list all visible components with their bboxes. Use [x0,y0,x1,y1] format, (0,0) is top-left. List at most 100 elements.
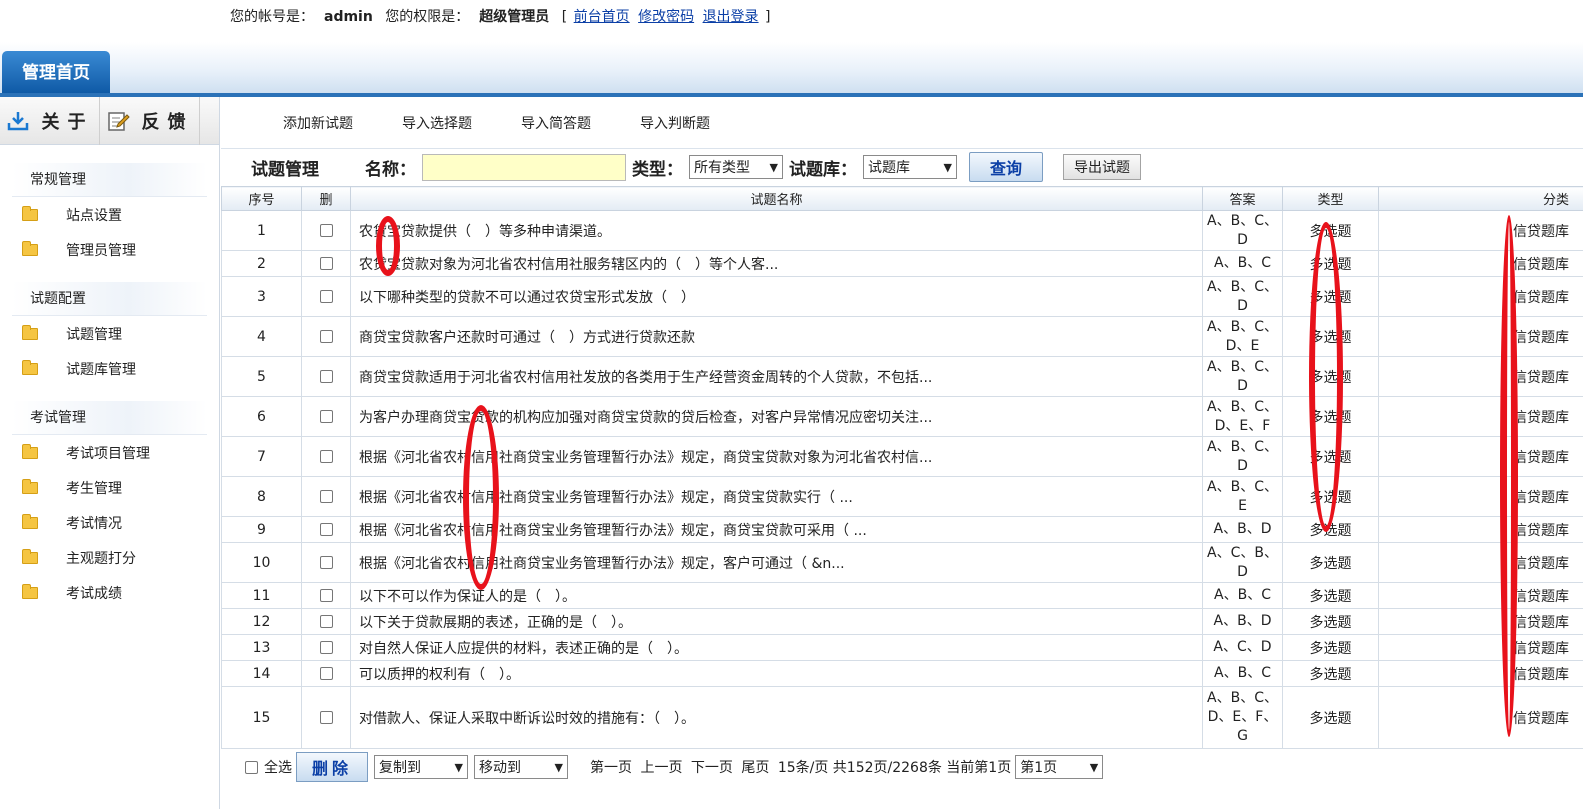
cell-delete [301,634,351,661]
cell-no: 3 [221,276,302,317]
chevron-down-icon: ▼ [554,760,563,774]
last-page-link[interactable]: 尾页 [741,760,769,776]
bank-label: 试题库： [789,159,857,180]
sidebar-item-examinees[interactable]: 考生管理 [0,470,219,505]
group-title-exam-management[interactable]: 考试管理 [12,401,207,435]
sidebar-item-question-management[interactable]: 试题管理 [0,316,219,351]
sidebar-item-subjective-grading[interactable]: 主观题打分 [0,540,219,575]
row-delete-checkbox[interactable] [319,711,333,724]
cell-no: 8 [221,476,302,517]
import-choice-link[interactable]: 导入选择题 [402,113,472,133]
row-delete-checkbox[interactable] [319,615,333,628]
feedback-button[interactable]: 反馈 [100,97,200,145]
cell-answer: A、B、C [1202,582,1283,609]
name-search-input[interactable] [422,153,626,181]
cell-delete [301,660,351,687]
row-delete-checkbox[interactable] [319,589,333,602]
select-all-checkbox[interactable] [245,760,258,774]
permission-value: 超级管理员 [479,9,550,25]
row-delete-checkbox[interactable] [319,224,333,237]
sidebar-item-exam-status[interactable]: 考试情况 [0,505,219,540]
sidebar-item-exam-scores[interactable]: 考试成绩 [0,575,219,610]
col-header-type: 类型 [1282,186,1379,211]
sidebar-item-label: 考试成绩 [66,585,122,602]
folder-icon [22,324,38,340]
change-password-link[interactable]: 修改密码 [638,9,694,25]
sidebar-item-label: 考试项目管理 [66,445,150,462]
sidebar-item-admin-management[interactable]: 管理员管理 [0,232,219,267]
logout-link[interactable]: 退出登录 [703,9,759,25]
move-to-value: 移动到 [479,760,521,776]
sidebar-top-buttons: 关于 反馈 [0,97,219,145]
cell-answer: A、B、C、D [1202,356,1283,397]
frontend-home-link[interactable]: 前台首页 [574,9,630,25]
query-button[interactable]: 查询 [969,152,1043,182]
bracket-open: [ [561,9,568,25]
row-delete-checkbox[interactable] [319,523,333,536]
name-label: 名称： [365,159,416,180]
row-delete-checkbox[interactable] [319,330,333,343]
cell-name: 对自然人保证人应提供的材料，表述正确的是（ ）。 [350,634,1203,661]
cell-delete [301,250,351,277]
row-delete-checkbox[interactable] [319,556,333,569]
sidebar-item-exam-projects[interactable]: 考试项目管理 [0,435,219,470]
about-button[interactable]: 关于 [0,97,100,145]
cell-name: 对借款人、保证人采取中断诉讼时效的措施有：（ ）。 [350,686,1203,749]
row-delete-checkbox[interactable] [319,641,333,654]
copy-to-select[interactable]: 复制到 ▼ [374,755,468,779]
cell-type: 多选题 [1282,396,1379,437]
table-body: 1 农贷宝贷款提供（ ）等多种申请渠道。 A、B、C、D 多选题 信贷题库 2 农贷宝贷款对… [221,210,1583,749]
tab-admin-home[interactable]: 管理首页 [2,51,110,93]
folder-icon [22,359,38,375]
row-delete-checkbox[interactable] [319,490,333,503]
row-delete-checkbox[interactable] [319,410,333,423]
prev-page-link[interactable]: 上一页 [640,760,682,776]
cell-delete [301,356,351,397]
cell-type: 多选题 [1282,316,1379,357]
cell-answer: A、B、C、D、E [1202,316,1283,357]
delete-button[interactable]: 删除 [296,752,368,782]
sidebar-item-site-settings[interactable]: 站点设置 [0,197,219,232]
cell-no: 7 [221,436,302,477]
next-page-link[interactable]: 下一页 [691,760,733,776]
sidebar: 关于 反馈 常规管理 站点设置 管理员管理 试题配置 试题管理 试题库管理 考试… [0,97,220,809]
row-delete-checkbox[interactable] [319,290,333,303]
download-icon [6,109,30,133]
row-delete-checkbox[interactable] [319,370,333,383]
folder-icon [22,583,38,599]
export-button[interactable]: 导出试题 [1063,154,1141,180]
col-header-name: 试题名称 [350,186,1203,211]
cell-name: 以下哪种类型的贷款不可以通过农贷宝形式发放（ ） [350,276,1203,317]
table-row: 15 对借款人、保证人采取中断诉讼时效的措施有：（ ）。 A、B、C、D、E、F、G… [221,686,1583,749]
cell-answer: A、B、D [1202,516,1283,543]
move-to-select[interactable]: 移动到 ▼ [474,755,568,779]
row-delete-checkbox[interactable] [319,667,333,680]
cell-category: 信贷题库 [1378,660,1583,687]
cell-name: 农贷宝贷款对象为河北省农村信用社服务辖区内的（ ）等个人客... [350,250,1203,277]
table-row: 13 对自然人保证人应提供的材料，表述正确的是（ ）。 A、C、D 多选题 信贷题库 [221,634,1583,661]
row-delete-checkbox[interactable] [319,257,333,270]
cell-delete [301,210,351,251]
import-true-false-link[interactable]: 导入判断题 [640,113,710,133]
group-title-question-config[interactable]: 试题配置 [12,282,207,316]
table-row: 12 以下关于贷款展期的表述，正确的是（ ）。 A、B、D 多选题 信贷题库 [221,608,1583,635]
cell-name: 商贷宝贷款适用于河北省农村信用社发放的各类用于生产经营资金周转的个人贷款，不包括… [350,356,1203,397]
first-page-link[interactable]: 第一页 [590,760,632,776]
table-row: 2 农贷宝贷款对象为河北省农村信用社服务辖区内的（ ）等个人客... A、B、C 多选… [221,250,1583,277]
account-value: admin [324,9,373,25]
group-title-general[interactable]: 常规管理 [12,163,207,197]
sidebar-item-label: 考试情况 [66,515,122,532]
type-select[interactable]: 所有类型 ▼ [689,155,783,179]
cell-type: 多选题 [1282,542,1379,583]
row-delete-checkbox[interactable] [319,450,333,463]
bank-select[interactable]: 试题库 ▼ [863,155,957,179]
cell-delete [301,582,351,609]
cell-no: 11 [221,582,302,609]
account-info: 您的帐号是： admin 您的权限是： 超级管理员 [ 前台首页 修改密码 退出登录… [230,6,770,26]
add-question-link[interactable]: 添加新试题 [283,113,353,133]
cell-answer: A、B、C、D [1202,276,1283,317]
import-short-answer-link[interactable]: 导入简答题 [521,113,591,133]
sidebar-item-bank-management[interactable]: 试题库管理 [0,351,219,386]
cell-category: 信贷题库 [1378,582,1583,609]
page-select[interactable]: 第1页 ▼ [1015,755,1104,779]
